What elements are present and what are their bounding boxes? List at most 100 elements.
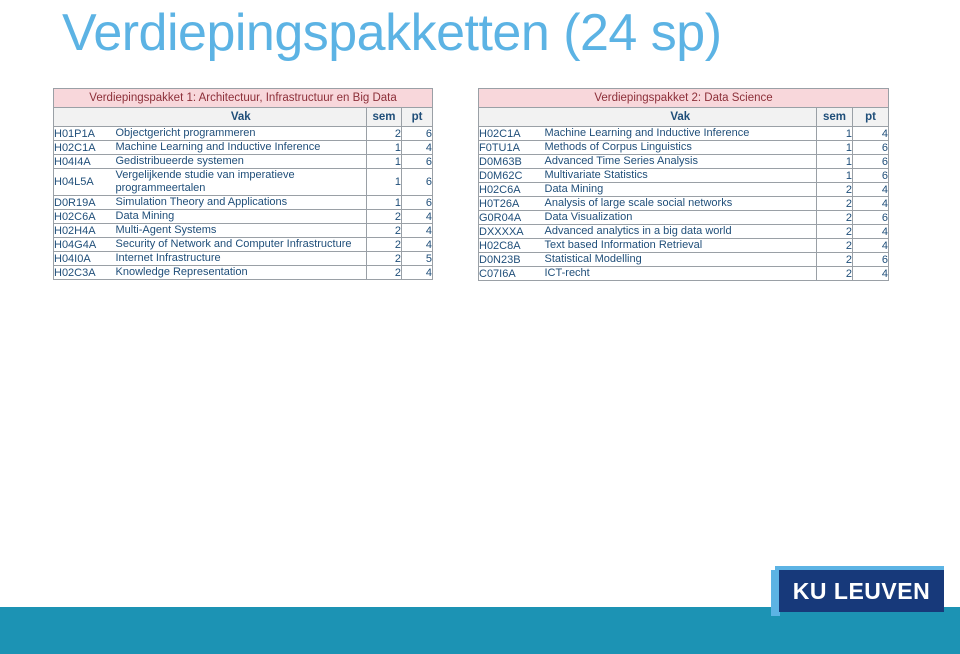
ku-leuven-logo: KU LEUVEN [771,566,944,616]
table-row: H02H4A Multi-Agent Systems 2 4 [53,223,434,238]
course-code: H02C8A [478,238,545,253]
course-credits: 4 [852,238,889,253]
course-semester: 2 [816,252,853,267]
table-row: H04L5A Vergelijkende studie van imperatie… [53,168,434,196]
course-code: H04L5A [53,168,116,196]
course-code: H02C6A [478,182,545,197]
course-semester: 1 [816,168,853,183]
table-row: D0M63B Advanced Time Series Analysis 1 6 [478,154,889,169]
table-banner-row: Verdiepingspakket 2: Data Science [478,88,889,108]
course-name: Data Mining [115,209,367,224]
course-name: Gedistribueerde systemen [115,154,367,169]
course-name: Machine Learning and Inductive Inference [115,140,367,155]
course-name: Vergelijkende studie van imperatieve pro… [115,168,367,196]
table-header-row: Vak sem pt [478,107,889,127]
course-name: Data Mining [544,182,817,197]
table-row: DXXXXA Advanced analytics in a big data w… [478,224,889,239]
course-credits: 6 [852,154,889,169]
table-row: H01P1A Objectgericht programmeren 2 6 [53,126,434,141]
table-row: C07I6A ICT-recht 2 4 [478,266,889,281]
course-credits: 5 [400,251,434,266]
table-body: H02C1A Machine Learning and Inductive Inf… [478,126,889,281]
course-credits: 6 [400,195,434,210]
course-semester: 2 [366,209,402,224]
page-title: Verdiepingspakketten (24 sp) [62,4,722,62]
course-credits: 4 [400,237,434,252]
logo-text: KU LEUVEN [792,577,931,604]
course-name: ICT-recht [544,266,817,281]
course-name: Statistical Modelling [544,252,817,267]
course-name: Advanced analytics in a big data world [544,224,817,239]
course-name: Machine Learning and Inductive Inference [544,126,817,141]
course-credits: 4 [852,182,889,197]
course-semester: 1 [816,140,853,155]
course-credits: 4 [852,224,889,239]
course-semester: 2 [816,266,853,281]
course-code: H04G4A [53,237,116,252]
table-banner-row: Verdiepingspakket 1: Architectuur, Infra… [52,88,434,108]
course-credits: 4 [400,140,434,155]
course-semester: 1 [816,154,853,169]
course-name: Analysis of large scale social networks [544,196,817,211]
course-code: H01P1A [53,126,116,141]
course-credits: 6 [400,168,434,196]
course-semester: 2 [816,196,853,211]
course-code: DXXXXA [478,224,545,239]
logo-box: KU LEUVEN [779,570,944,612]
course-semester: 2 [366,265,402,280]
table-row: H0T26A Analysis of large scale social net… [478,196,889,211]
course-credits: 4 [852,266,889,281]
column-header-sem: sem [366,107,402,127]
course-code: D0M63B [478,154,545,169]
course-semester: 1 [366,195,402,210]
course-name: Simulation Theory and Applications [115,195,367,210]
table-row: D0M62C Multivariate Statistics 1 6 [478,168,889,183]
course-name: Text based Information Retrieval [544,238,817,253]
course-semester: 2 [816,182,853,197]
table-header-row: Vak sem pt [53,107,434,127]
table-row: H02C6A Data Mining 2 4 [53,209,434,224]
course-semester: 2 [816,238,853,253]
course-credits: 6 [400,126,434,141]
table-row: D0N23B Statistical Modelling 2 6 [478,252,889,267]
course-name: Objectgericht programmeren [115,126,367,141]
table-row: H02C3A Knowledge Representation 2 4 [53,265,434,280]
course-name: Knowledge Representation [115,265,367,280]
package-table-2: Verdiepingspakket 2: Data Science Vak se… [478,88,889,281]
course-semester: 1 [366,168,402,196]
course-credits: 6 [852,210,889,225]
course-credits: 6 [400,154,434,169]
course-code: G0R04A [478,210,545,225]
table-row: H02C1A Machine Learning and Inductive Inf… [478,126,889,141]
course-name: Advanced Time Series Analysis [544,154,817,169]
course-name: Methods of Corpus Linguistics [544,140,817,155]
course-code: D0M62C [478,168,545,183]
course-name: Internet Infrastructure [115,251,367,266]
course-semester: 2 [366,237,402,252]
course-credits: 4 [852,196,889,211]
course-semester: 2 [366,126,402,141]
course-code: H0T26A [478,196,545,211]
course-credits: 6 [852,140,889,155]
table-body: H01P1A Objectgericht programmeren 2 6 H02C1A… [53,126,434,280]
table-row: H02C1A Machine Learning and Inductive Inf… [53,140,434,155]
table-row: H04I4A Gedistribueerde systemen 1 6 [53,154,434,169]
course-name: Multivariate Statistics [544,168,817,183]
course-code: H02H4A [53,223,116,238]
course-code: H02C1A [53,140,116,155]
course-semester: 1 [816,126,853,141]
course-code: H02C3A [53,265,116,280]
course-name: Data Visualization [544,210,817,225]
table-row: H02C6A Data Mining 2 4 [478,182,889,197]
course-name: Multi-Agent Systems [115,223,367,238]
column-header-vak: Vak [544,107,817,127]
table-row: H04G4A Security of Network and Computer I… [53,237,434,252]
course-credits: 4 [400,223,434,238]
table-row: H02C8A Text based Information Retrieval 2 4 [478,238,889,253]
table-row: H04I0A Internet Infrastructure 2 5 [53,251,434,266]
package-table-1: Verdiepingspakket 1: Architectuur, Infra… [52,88,434,280]
course-code: C07I6A [478,266,545,281]
table-row: D0R19A Simulation Theory and Applications… [53,195,434,210]
course-credits: 6 [852,168,889,183]
course-code: H02C1A [478,126,545,141]
